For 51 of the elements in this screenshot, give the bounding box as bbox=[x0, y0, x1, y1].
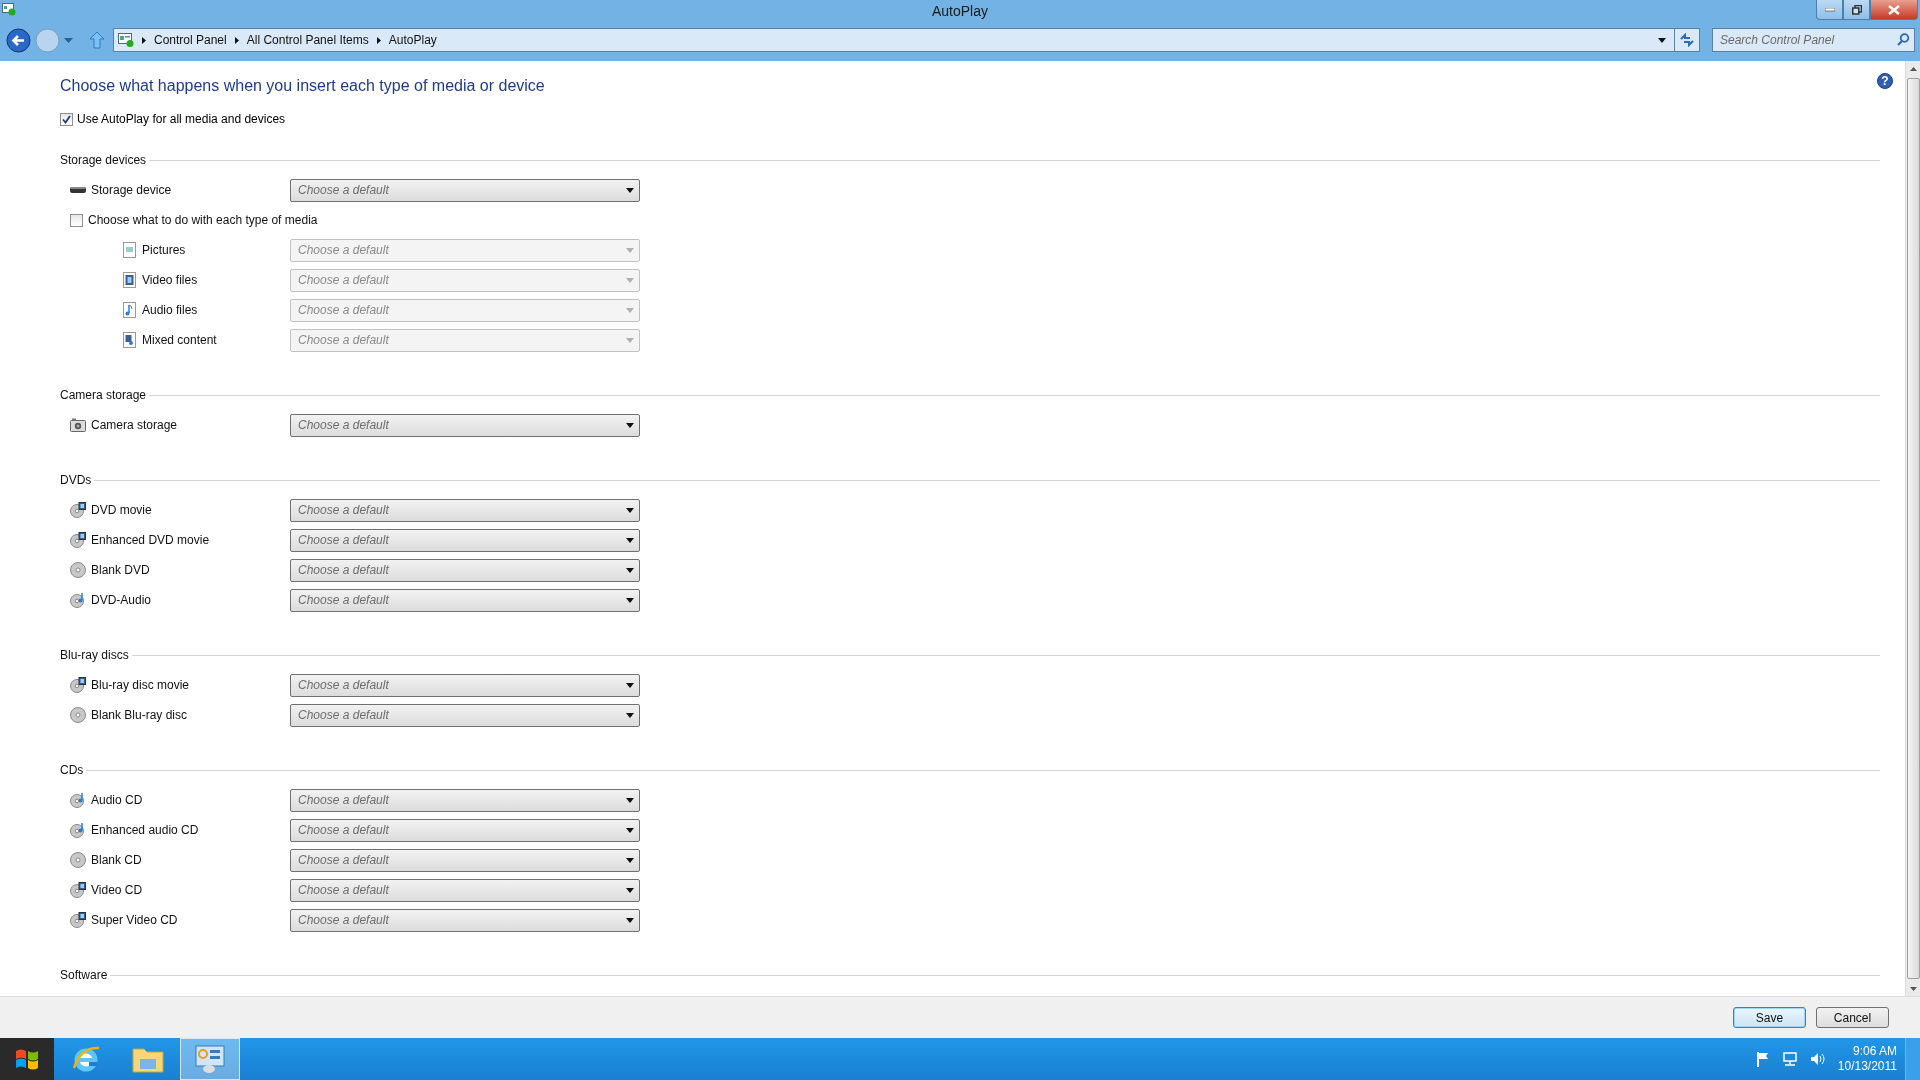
help-button[interactable]: ? bbox=[1877, 73, 1893, 89]
media-type-label: Blank Blu-ray disc bbox=[91, 708, 188, 722]
media-type-label: Storage device bbox=[91, 183, 172, 197]
default-action-dropdown[interactable]: Choose a default bbox=[290, 848, 640, 872]
clock-date: 10/13/2011 bbox=[1837, 1059, 1897, 1074]
media-type-label: Enhanced DVD movie bbox=[91, 533, 210, 547]
media-type-label: Camera storage bbox=[91, 418, 178, 432]
breadcrumb[interactable]: All Control Panel Items bbox=[246, 33, 369, 47]
media-type-label: Video CD bbox=[91, 883, 143, 897]
default-action-dropdown[interactable]: Choose a default bbox=[290, 178, 640, 202]
dialog-button[interactable]: Cancel bbox=[1816, 1007, 1889, 1028]
default-action-dropdown[interactable]: Choose a default bbox=[290, 788, 640, 812]
address-bar[interactable]: Control Panel All Control Panel Items AutoPlay bbox=[113, 28, 1675, 52]
search-field[interactable]: Search Control Panel bbox=[1712, 28, 1915, 52]
section-heading: CDs bbox=[60, 763, 84, 777]
section-heading: Camera storage bbox=[60, 388, 147, 402]
media-type-label: Audio files bbox=[142, 303, 198, 317]
default-action-dropdown[interactable]: Choose a default bbox=[290, 818, 640, 842]
section-heading: Blu-ray discs bbox=[60, 648, 129, 662]
media-type-label: Blank DVD bbox=[91, 563, 150, 577]
media-type-label: Video files bbox=[142, 273, 198, 287]
media-type-label: Blu-ray disc movie bbox=[91, 678, 190, 692]
dialog-button[interactable]: Save bbox=[1733, 1007, 1806, 1028]
media-type-label: Enhanced audio CD bbox=[91, 823, 199, 837]
media-type-label: DVD movie bbox=[91, 503, 152, 517]
breadcrumb[interactable]: Control Panel bbox=[154, 33, 227, 47]
section-heading: Software bbox=[60, 968, 108, 982]
clock-time: 9:06 AM bbox=[1852, 1044, 1897, 1059]
breadcrumb[interactable]: AutoPlay bbox=[388, 33, 437, 47]
page-heading: Choose what happens when you insert each type of media or device bbox=[60, 76, 546, 96]
default-action-dropdown[interactable]: Choose a default bbox=[290, 908, 640, 932]
default-action-dropdown[interactable]: Choose a default bbox=[290, 498, 640, 522]
window-title: AutoPlay bbox=[931, 3, 988, 19]
media-type-label: Super Video CD bbox=[91, 913, 178, 927]
media-type-label: Blank CD bbox=[91, 853, 142, 867]
default-action-dropdown[interactable]: Choose a default bbox=[290, 588, 640, 612]
media-type-label: Pictures bbox=[142, 243, 186, 257]
default-action-dropdown[interactable]: Choose a default bbox=[290, 878, 640, 902]
default-action-dropdown[interactable]: Choose a default bbox=[290, 673, 640, 697]
clock[interactable]: 9:06 AM 10/13/2011 bbox=[1837, 1044, 1897, 1074]
default-action-dropdown[interactable]: Choose a default bbox=[290, 703, 640, 727]
default-action-dropdown[interactable]: Choose a default bbox=[290, 528, 640, 552]
checkbox-label[interactable]: Use AutoPlay for all media and devices bbox=[77, 112, 286, 126]
media-type-label: DVD-Audio bbox=[91, 593, 152, 607]
media-type-label: Audio CD bbox=[91, 793, 143, 807]
default-action-dropdown[interactable]: Choose a default bbox=[290, 558, 640, 582]
media-type-label: Mixed content bbox=[142, 333, 217, 347]
default-action-dropdown[interactable]: Choose a default bbox=[290, 413, 640, 437]
checkbox-label[interactable]: Choose what to do with each type of media bbox=[88, 213, 318, 227]
section-heading: Storage devices bbox=[60, 153, 147, 167]
section-heading: DVDs bbox=[60, 473, 92, 487]
